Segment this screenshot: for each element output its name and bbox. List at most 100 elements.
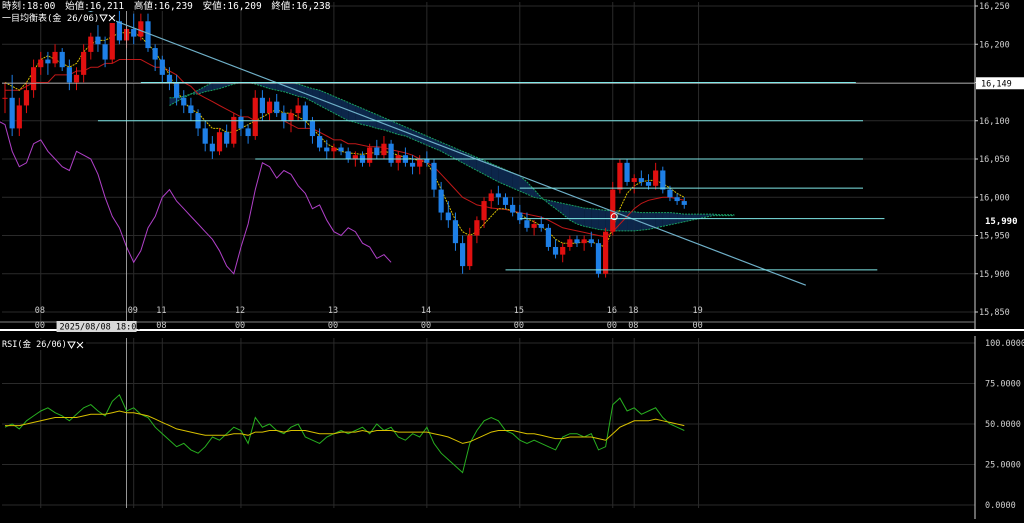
price-tick-label: 16,250 — [979, 2, 1010, 12]
candle-body — [174, 82, 180, 98]
candle-body — [581, 239, 587, 244]
candle-body — [474, 220, 480, 236]
candle-body — [295, 105, 301, 114]
candle-body — [552, 246, 559, 255]
candle-body — [510, 204, 516, 213]
candle-body — [660, 170, 666, 190]
candle-body — [302, 105, 308, 121]
candle-body — [331, 147, 337, 152]
indicator-label[interactable]: 一目均衡表(金 26/06) — [2, 12, 99, 24]
candle-body — [674, 197, 680, 202]
crosshair-price-label: 16,149 — [981, 79, 1012, 89]
candle-body — [638, 178, 644, 182]
candle-body — [574, 239, 580, 244]
candle-body — [324, 147, 330, 152]
hour-tick-label: 00 — [607, 321, 617, 331]
chart-canvas: 16,25016,20016,15016,10016,05016,00015,9… — [0, 0, 1024, 519]
date-tick-label: 15 — [514, 306, 524, 316]
candle-body — [488, 193, 494, 202]
last-price-label: 15,990 — [985, 217, 1018, 227]
candle-body — [159, 59, 165, 75]
candle-body — [52, 51, 58, 64]
price-tick-label: 15,900 — [979, 270, 1010, 280]
candle-body — [281, 113, 287, 121]
candle-body — [38, 59, 44, 68]
candle-body — [381, 143, 387, 156]
candle-body — [266, 101, 273, 114]
candle-body — [531, 224, 537, 228]
candle-body — [667, 189, 673, 198]
candle-body — [88, 36, 94, 52]
candle-body — [502, 197, 509, 205]
price-tick-label: 16,200 — [979, 40, 1010, 50]
low-label: 安値:16,209 — [203, 0, 262, 12]
price-tick-label: 16,000 — [979, 193, 1010, 203]
candle-body — [495, 193, 501, 198]
cloud-segment — [641, 212, 649, 231]
date-tick-label: 14 — [421, 306, 431, 316]
candle-body — [338, 147, 344, 152]
date-tick-label: 12 — [235, 306, 245, 316]
date-tick-label: 11 — [156, 306, 166, 316]
rsi-tick-label: 0.0000 — [985, 501, 1016, 511]
candle-body — [538, 224, 544, 228]
candle-body — [238, 116, 244, 129]
high-label: 高値:16,239 — [134, 0, 193, 12]
hour-tick-label: 08 — [156, 321, 166, 331]
hour-tick-label: 00 — [328, 321, 338, 331]
rsi-tick-label: 75.0000 — [985, 380, 1021, 390]
candle-body — [317, 136, 323, 148]
chart-background — [0, 0, 1024, 519]
candle-body — [252, 97, 258, 137]
candle-body — [352, 155, 358, 159]
candle-body — [388, 143, 394, 163]
rsi-label[interactable]: RSI(金 26/06) — [2, 339, 67, 350]
price-tick-label: 15,950 — [979, 232, 1010, 242]
cloud-segment — [655, 212, 663, 228]
candle-body — [624, 162, 630, 182]
candle-body — [59, 51, 65, 68]
candle-body — [16, 105, 22, 129]
open-label: 始値:16,211 — [65, 0, 124, 12]
candle-body — [560, 246, 566, 255]
candle-body — [460, 243, 466, 267]
candle-body — [367, 147, 373, 163]
date-tick-label: 08 — [35, 306, 45, 316]
candle-body — [209, 143, 215, 152]
candle-body — [431, 162, 437, 190]
candle-body — [524, 220, 530, 228]
candle-body — [588, 239, 594, 244]
candle-body — [224, 132, 230, 144]
candle-body — [138, 21, 144, 37]
candle-body — [603, 231, 609, 274]
rsi-tick-label: 25.0000 — [985, 461, 1021, 471]
hour-tick-label: 08 — [628, 321, 638, 331]
candle-body — [245, 128, 251, 137]
candle-body — [23, 90, 30, 106]
hour-tick-label: 00 — [235, 321, 245, 331]
candle-body — [631, 178, 637, 182]
candle-body — [109, 21, 115, 60]
candle-body — [567, 239, 573, 247]
ohlc-info: 時刻:18:00 始値:16,211 高値:16,239 安値:16,209 終… — [2, 0, 331, 12]
candle-body — [102, 44, 108, 60]
candle-body — [45, 59, 51, 64]
candle-body — [452, 220, 459, 244]
candle-body — [81, 51, 87, 75]
cloud-segment — [662, 212, 670, 227]
candle-body — [374, 147, 380, 156]
date-tick-label: 19 — [693, 306, 703, 316]
candle-body — [467, 235, 473, 267]
candle-body — [202, 128, 208, 144]
time-label: 時刻:18:00 — [2, 0, 56, 12]
candle-body — [2, 97, 8, 99]
candle-body — [617, 162, 623, 190]
date-tick-label: 18 — [628, 306, 638, 316]
candle-body — [116, 21, 122, 41]
cloud-segment — [584, 207, 592, 228]
candle-body — [9, 97, 15, 129]
rsi-tick-label: 100.0000 — [985, 339, 1024, 349]
candle-body — [152, 48, 158, 60]
hour-tick-label: 00 — [35, 321, 45, 331]
candle-body — [645, 181, 652, 186]
